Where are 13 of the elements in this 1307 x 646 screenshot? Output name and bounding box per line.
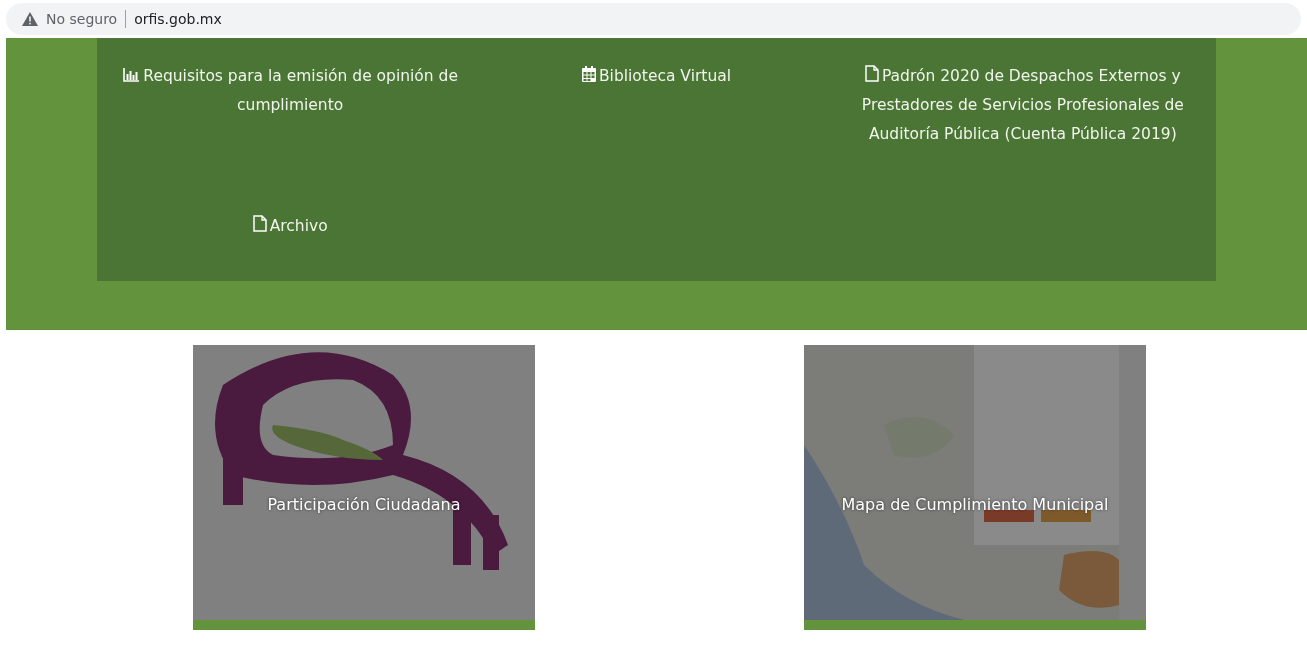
document-icon bbox=[864, 65, 879, 82]
link[interactable]: Biblioteca Virtual bbox=[581, 62, 732, 188]
link[interactable]: Requisitos para la emisión de opinión de cumplimiento bbox=[115, 62, 466, 188]
security-label[interactable]: No seguro bbox=[46, 10, 118, 27]
calendar-icon bbox=[581, 66, 596, 82]
link[interactable]: Padrón 2020 de Despachos Externos y Prestadores de Servicios Profesionales de Auditoría Pública (Cuenta Pública 2019) bbox=[847, 62, 1198, 188]
link[interactable]: Archivo bbox=[252, 212, 328, 281]
card-title: Mapa de Cumplimiento Municipal bbox=[840, 495, 1110, 514]
url-text[interactable]: orfis.gob.mx bbox=[134, 10, 222, 27]
document-icon bbox=[252, 215, 267, 232]
warning-icon bbox=[22, 11, 38, 26]
bar-chart-icon bbox=[122, 68, 141, 82]
feature-card[interactable]: Mapa de Cumplimiento Municipal bbox=[804, 345, 1146, 630]
